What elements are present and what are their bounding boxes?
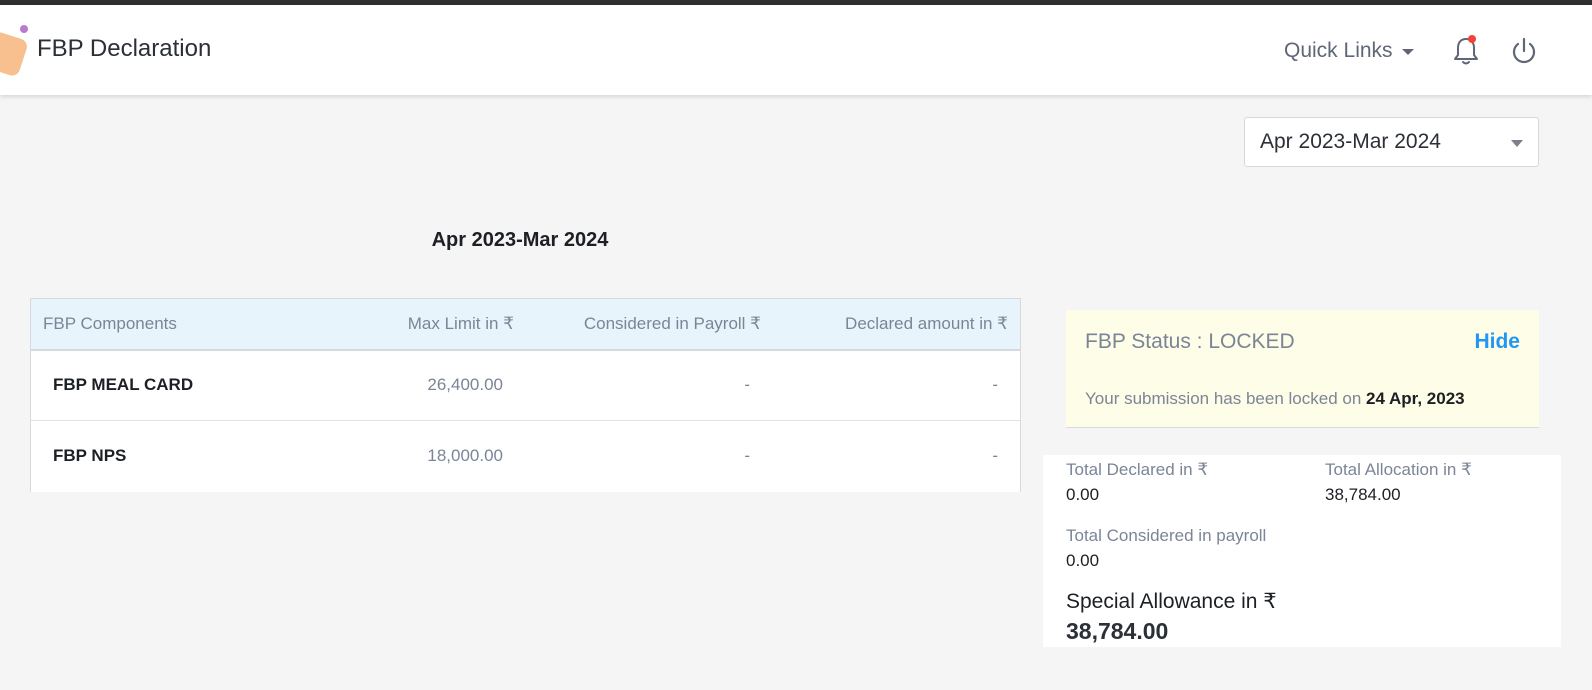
notification-dot: [1468, 35, 1476, 43]
power-icon: [1512, 37, 1536, 64]
declared-value: -: [992, 446, 998, 465]
header-declared-amount: Declared amount in ₹: [845, 314, 1008, 333]
logout-button[interactable]: [1510, 37, 1538, 65]
fbp-status-panel: FBP Status : LOCKED Hide Your submission…: [1066, 310, 1539, 428]
summary-panel: Total Declared in ₹ 0.00 Total Allocatio…: [1043, 455, 1561, 647]
page-title: FBP Declaration: [37, 35, 212, 62]
quick-links-dropdown[interactable]: Quick Links: [1284, 39, 1414, 63]
caret-down-icon: [1511, 140, 1523, 147]
special-allowance-value: 38,784.00: [1066, 618, 1169, 644]
total-allocation-label: Total Allocation in ₹: [1325, 460, 1472, 479]
declared-value: -: [992, 375, 998, 394]
max-limit-value: 18,000.00: [427, 446, 503, 465]
notifications-button[interactable]: [1452, 35, 1480, 67]
header-considered-payroll: Considered in Payroll ₹: [583, 314, 761, 333]
fbp-components-table: FBP Components Max Limit in ₹ Considered…: [30, 298, 1021, 492]
table-row: FBP NPS 18,000.00 - -: [31, 422, 1020, 492]
app-header: FBP Declaration Quick Links: [0, 5, 1592, 95]
table-header: FBP Components Max Limit in ₹ Considered…: [31, 299, 1020, 351]
year-select-value: Apr 2023-Mar 2024: [1260, 130, 1441, 153]
component-name: FBP MEAL CARD: [53, 375, 194, 394]
bell-icon: [1454, 35, 1478, 65]
status-message-text: Your submission has been locked on: [1085, 389, 1362, 408]
table-row: FBP MEAL CARD 26,400.00 - -: [31, 351, 1020, 421]
chevron-down-icon: [1401, 49, 1414, 55]
hide-link[interactable]: Hide: [1474, 330, 1520, 354]
logo-dot-icon: [20, 25, 28, 33]
total-declared-value: 0.00: [1066, 485, 1100, 504]
logo-icon: [0, 30, 29, 78]
component-name: FBP NPS: [53, 446, 127, 465]
period-heading: Apr 2023-Mar 2024: [431, 229, 609, 251]
total-allocation-value: 38,784.00: [1325, 485, 1401, 504]
total-considered-value: 0.00: [1066, 551, 1100, 570]
special-allowance-label: Special Allowance in ₹: [1066, 590, 1277, 613]
total-considered-label: Total Considered in payroll: [1066, 526, 1267, 545]
total-declared-label: Total Declared in ₹: [1066, 460, 1209, 479]
status-title: FBP Status : LOCKED: [1085, 330, 1295, 353]
considered-value: -: [744, 446, 750, 465]
header-fbp-components: FBP Components: [43, 314, 177, 333]
max-limit-value: 26,400.00: [427, 375, 503, 394]
status-message: Your submission has been locked on 24 Ap…: [1085, 389, 1465, 409]
quick-links-label: Quick Links: [1284, 39, 1393, 62]
header-max-limit: Max Limit in ₹: [407, 314, 514, 333]
considered-value: -: [744, 375, 750, 394]
locked-date: 24 Apr, 2023: [1366, 389, 1465, 408]
year-select[interactable]: Apr 2023-Mar 2024: [1244, 117, 1539, 167]
